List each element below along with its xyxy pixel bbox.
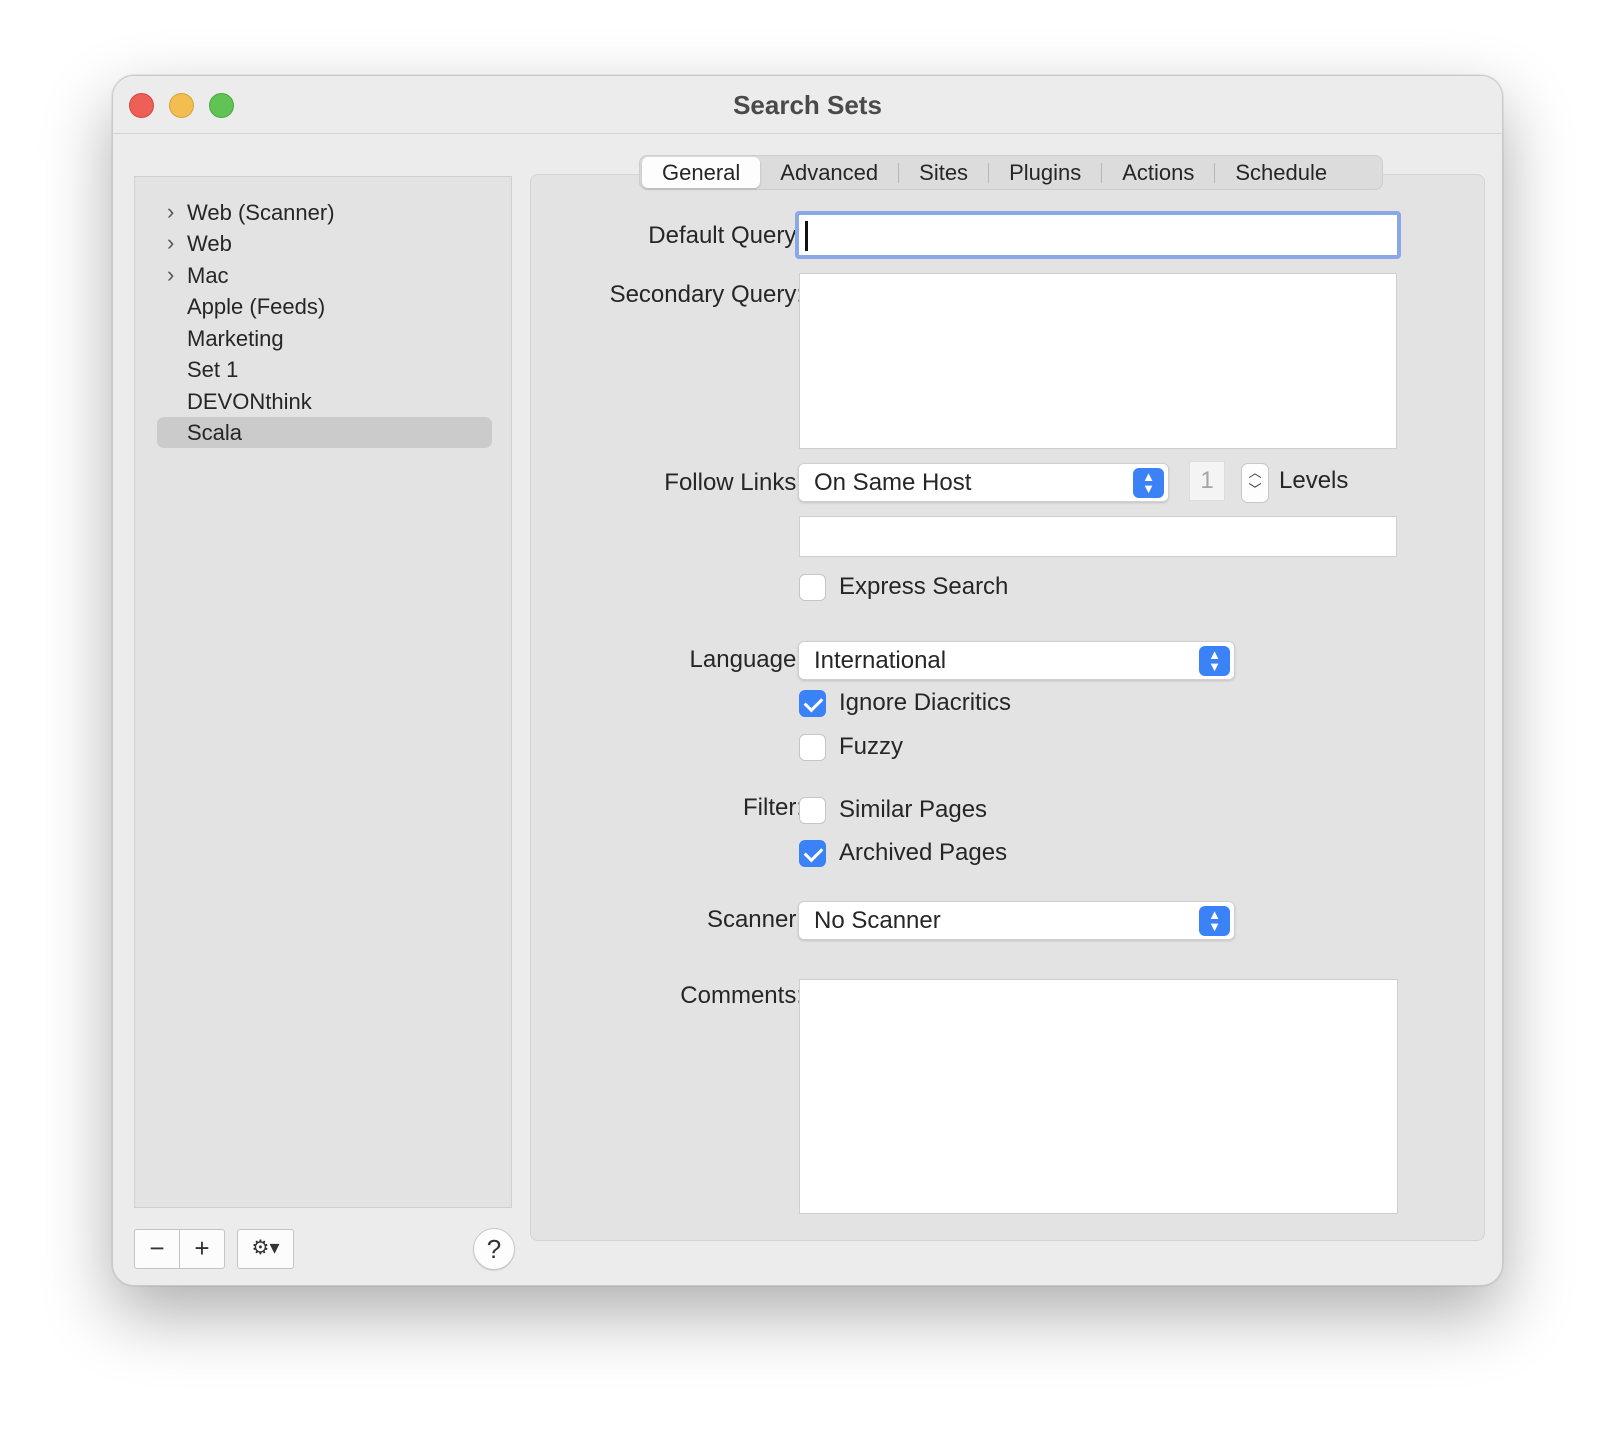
scanner-value: No Scanner [814, 907, 941, 934]
checkbox-box[interactable] [799, 734, 826, 761]
language-value: International [814, 647, 947, 674]
chevron-up-down-icon: ▲ ▼ [1199, 906, 1230, 936]
checkbox-box[interactable] [799, 797, 826, 824]
tree-item-marketing[interactable]: Marketing [157, 323, 492, 354]
scanner-label: Scanner: [706, 906, 803, 933]
chevron-up-down-icon: ▲ ▼ [1199, 646, 1230, 676]
tree-item-web-scanner[interactable]: › Web (Scanner) [157, 197, 492, 228]
tree-item-label: DEVONthink [187, 389, 312, 414]
chevron-up-down-icon: ▲ ▼ [1133, 468, 1164, 498]
add-set-button[interactable]: + [179, 1229, 225, 1269]
secondary-query-input[interactable] [799, 273, 1397, 449]
tab-general[interactable]: General [642, 157, 761, 188]
tab-actions[interactable]: Actions [1102, 157, 1214, 188]
tree-item-set-1[interactable]: Set 1 [157, 354, 492, 385]
chevron-right-icon[interactable]: › [167, 228, 183, 259]
tree-item-label: Mac [187, 263, 229, 288]
tab-plugins[interactable]: Plugins [989, 157, 1101, 188]
comments-label: Comments: [680, 982, 803, 1009]
stepper-up-icon[interactable]: ︿ [1242, 464, 1268, 481]
fuzzy-label: Fuzzy [839, 733, 904, 760]
tree-item-devonthink[interactable]: DEVONthink [157, 386, 492, 417]
levels-field[interactable]: 1 [1189, 461, 1225, 501]
stepper-down-icon[interactable]: ﹀ [1242, 481, 1268, 498]
secondary-query-label: Secondary Query: [609, 281, 803, 308]
checkbox-box[interactable] [799, 574, 826, 601]
tree-item-label: Marketing [187, 326, 284, 351]
text-caret [805, 221, 808, 251]
scanner-popup[interactable]: No Scanner ▲ ▼ [798, 901, 1235, 940]
follow-links-value: On Same Host [814, 469, 972, 496]
levels-label: Levels [1279, 467, 1349, 494]
tree-item-mac[interactable]: › Mac [157, 260, 492, 291]
tab-sites[interactable]: Sites [899, 157, 988, 188]
tree-item-scala[interactable]: Scala [157, 417, 492, 448]
tree-item-apple-feeds[interactable]: Apple (Feeds) [157, 291, 492, 322]
gear-menu-button[interactable]: ⚙▾ [237, 1229, 294, 1269]
title-bar[interactable]: Search Sets [113, 76, 1502, 134]
tree-item-label: Apple (Feeds) [187, 294, 326, 319]
follow-links-filter-input[interactable] [799, 516, 1397, 557]
tree-item-label: Web (Scanner) [187, 200, 335, 225]
tab-bar: General Advanced Sites Plugins Actions S… [639, 155, 1383, 190]
ignore-diacritics-label: Ignore Diacritics [839, 689, 1012, 716]
tree-item-label: Web [187, 231, 232, 256]
levels-stepper[interactable]: ︿ ﹀ [1241, 463, 1269, 503]
default-query-label: Default Query: [648, 222, 803, 249]
search-set-list[interactable]: › Web (Scanner) › Web › Mac Apple (Feeds… [134, 176, 512, 1208]
tab-advanced[interactable]: Advanced [760, 157, 898, 188]
tab-schedule[interactable]: Schedule [1215, 157, 1347, 188]
follow-links-popup[interactable]: On Same Host ▲ ▼ [798, 463, 1169, 502]
checkbox-box[interactable] [799, 840, 826, 867]
search-sets-window: Search Sets › Web (Scanner) › Web › Mac … [112, 75, 1503, 1286]
chevron-right-icon[interactable]: › [167, 260, 183, 291]
default-query-input[interactable] [795, 211, 1401, 259]
follow-links-label: Follow Links: [664, 469, 803, 496]
tree-item-label: Set 1 [187, 357, 239, 382]
chevron-right-icon[interactable]: › [167, 197, 183, 228]
window-title: Search Sets [733, 90, 882, 120]
checkbox-box[interactable] [799, 690, 826, 717]
comments-input[interactable] [799, 979, 1398, 1214]
remove-set-button[interactable]: − [134, 1229, 180, 1269]
filter-label: Filter: [743, 794, 803, 821]
language-popup[interactable]: International ▲ ▼ [798, 641, 1235, 680]
tree-item-web[interactable]: › Web [157, 228, 492, 259]
language-label: Language: [689, 646, 803, 673]
express-search-label: Express Search [839, 573, 1009, 600]
tree-item-label: Scala [187, 420, 243, 445]
similar-pages-label: Similar Pages [839, 796, 988, 823]
archived-pages-label: Archived Pages [839, 839, 1008, 866]
help-button[interactable]: ? [473, 1228, 515, 1270]
